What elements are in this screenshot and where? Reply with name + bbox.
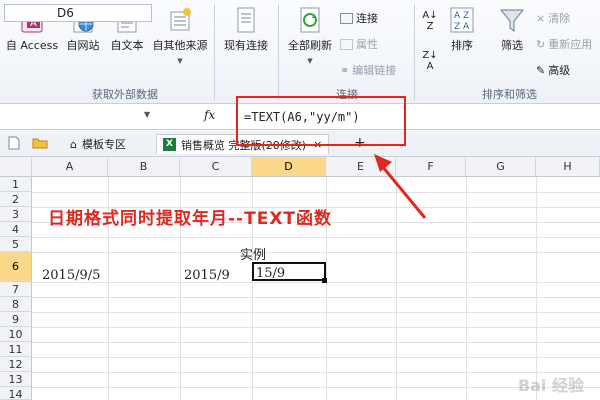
gridline [32,357,600,358]
formula-highlight-box [236,96,406,146]
clear-filter-icon: ⨯ [536,11,546,25]
sort-button[interactable]: A ZZ A 排序 [444,6,480,53]
gridline [32,342,600,343]
advanced-filter-icon: ✎ [536,63,546,77]
tutorial-headline: 日期格式同时提取年月--TEXT函数 [48,209,333,229]
sort-za-icon: Z↓ A [422,50,438,72]
arrow-shaft [380,165,427,219]
active-cell-border [252,262,326,281]
gridline [32,252,600,253]
name-box-dropdown-icon[interactable]: ▼ [144,110,150,119]
properties-icon [340,38,353,50]
fill-handle[interactable] [322,278,327,283]
gridline [32,387,600,388]
dropdown-arrow-icon: ▼ [307,57,313,65]
row-header-2[interactable]: 2 [0,192,32,207]
gridline [32,312,600,313]
advanced-filter-button[interactable]: ✎ 高级 [536,62,570,78]
gridline [32,282,600,283]
existing-connections-icon [233,6,259,34]
open-folder-icon[interactable] [32,137,48,152]
gridline [32,237,600,238]
refresh-all-button[interactable]: 全部刷新 ▼ [282,6,338,66]
clear-filter-button[interactable]: ⨯ 清除 [536,10,570,26]
excel-file-icon: X [163,138,176,151]
row-header-10[interactable]: 10 [0,327,32,342]
funnel-icon [499,6,525,34]
column-header-a[interactable]: A [32,157,108,177]
gridline [32,327,600,328]
column-header-g[interactable]: G [466,157,536,177]
row-header-1[interactable]: 1 [0,177,32,192]
group-separator [414,4,415,100]
chain-link-icon: ⚭ [340,63,350,77]
row-header-7[interactable]: 7 [0,282,32,297]
from-other-sources-button[interactable]: 自其他来源 ▼ [148,6,212,66]
refresh-icon [297,6,323,34]
column-header-b[interactable]: B [108,157,180,177]
tab-templates[interactable]: ⌂ 模板专区 [64,134,132,154]
row-header-8[interactable]: 8 [0,297,32,312]
connections-icon [340,12,353,24]
row-header-12[interactable]: 12 [0,357,32,372]
row-header-14[interactable]: 14 [0,387,32,400]
row-header-13[interactable]: 13 [0,372,32,387]
group-label-sort-filter: 排序和筛选 [482,88,537,101]
sort-ascending-button[interactable]: A↓ Z [420,10,440,32]
arrow-head [374,154,392,172]
svg-text:Z A: Z A [454,22,470,32]
connections-button[interactable]: 连接 [340,10,378,26]
new-document-icon[interactable] [8,136,20,153]
cell-a6[interactable]: 2015/9/5 [42,268,100,284]
home-icon: ⌂ [70,137,77,151]
reapply-filter-icon: ↻ [536,37,546,51]
svg-text:A Z: A Z [454,11,469,21]
sort-descending-button[interactable]: Z↓ A [420,50,440,72]
reapply-filter-button[interactable]: ↻ 重新应用 [536,36,592,52]
gridline [32,372,600,373]
row-header-3[interactable]: 3 [0,207,32,222]
properties-button[interactable]: 属性 [340,36,378,52]
name-box[interactable]: D6 [4,4,152,22]
cell-c6[interactable]: 2015/9 [184,268,230,284]
watermark: Bai 经验 [517,376,584,395]
dropdown-arrow-icon: ▼ [177,57,183,65]
row-header-4[interactable]: 4 [0,222,32,237]
row-header-9[interactable]: 9 [0,312,32,327]
row-header-6[interactable]: 6 [0,252,32,282]
other-source-icon [167,6,193,34]
insert-function-icon[interactable]: fx [204,108,215,122]
filter-button[interactable]: 筛选 [494,6,530,53]
column-header-d[interactable]: D [252,157,326,177]
sort-dialog-icon: A ZZ A [449,6,475,34]
row-header-5[interactable]: 5 [0,237,32,252]
select-all-corner[interactable] [0,157,32,177]
group-label-get-external: 获取外部数据 [92,88,158,101]
edit-links-button[interactable]: ⚭ 编辑链接 [340,62,396,78]
gridline [32,192,600,193]
existing-connections-button[interactable]: 现有连接 [218,6,274,53]
group-separator [278,4,279,100]
column-header-h[interactable]: H [536,157,600,177]
sort-az-icon: A↓ Z [422,10,438,32]
gridline [466,177,467,400]
group-separator [214,4,215,100]
gridline [536,177,537,400]
row-header-11[interactable]: 11 [0,342,32,357]
gridline [32,297,600,298]
annotation-arrow [374,154,427,219]
column-header-c[interactable]: C [180,157,252,177]
